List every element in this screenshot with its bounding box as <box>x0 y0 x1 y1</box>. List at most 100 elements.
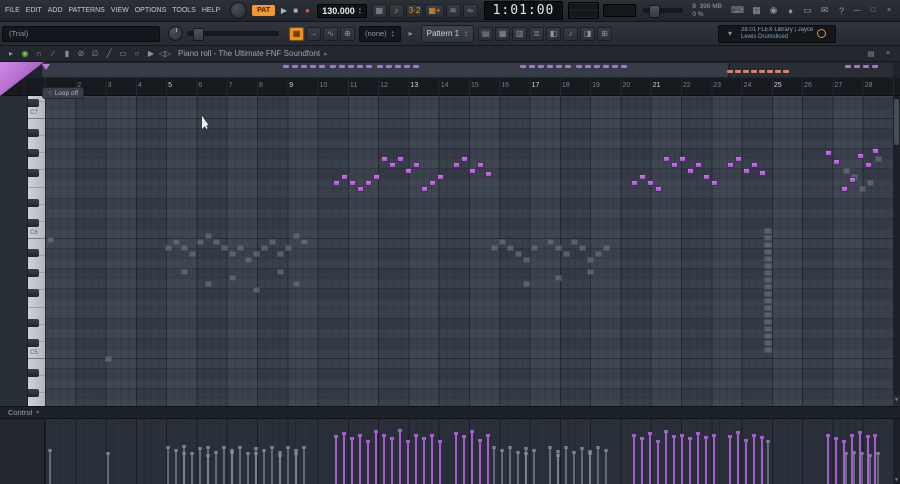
note[interactable] <box>743 168 750 174</box>
ghost-note[interactable] <box>764 228 772 234</box>
piano-key-black[interactable] <box>28 199 39 207</box>
velocity-line[interactable] <box>556 454 560 484</box>
tempo-stepper[interactable]: ▲ ▼ <box>358 6 362 15</box>
piano-roll-icon[interactable]: ♪ <box>563 26 579 41</box>
velocity-line[interactable] <box>286 446 290 484</box>
ghost-note[interactable] <box>764 235 772 241</box>
typing-keyboard-icon[interactable]: ⌨ <box>728 4 747 18</box>
ghost-note[interactable] <box>764 298 772 304</box>
stop-button[interactable]: ■ <box>290 4 302 18</box>
control-header[interactable]: Control ▾ <box>0 406 900 419</box>
channel-settings-icon[interactable]: ◧ <box>546 26 562 41</box>
ghost-note[interactable] <box>764 270 772 276</box>
browser-info-panel[interactable]: ▾ 28.01 FLEX Library | Jayce Lewis Drums… <box>718 24 836 43</box>
ghost-note[interactable] <box>764 291 772 297</box>
velocity-line[interactable] <box>728 435 732 484</box>
velocity-line[interactable] <box>564 446 568 484</box>
ghost-note[interactable] <box>764 326 772 332</box>
swing-icon[interactable]: ∿ <box>323 26 338 41</box>
draw-tool-icon[interactable]: ∕ <box>46 49 60 58</box>
velocity-line[interactable] <box>736 431 740 484</box>
note[interactable] <box>349 180 356 186</box>
velocity-line[interactable] <box>238 446 242 484</box>
note[interactable] <box>365 180 372 186</box>
velocity-line[interactable] <box>262 449 266 484</box>
velocity-line[interactable] <box>860 452 864 484</box>
ghost-note[interactable] <box>499 239 506 245</box>
ghost-note[interactable] <box>843 168 850 174</box>
midi-keyboard-icon[interactable]: ▦ <box>749 4 764 18</box>
velocity-line[interactable] <box>508 446 512 484</box>
pattern-selector[interactable]: Pattern 1 ▲ ▼ <box>420 24 475 43</box>
ghost-note[interactable] <box>221 245 228 251</box>
velocity-line[interactable] <box>672 435 676 484</box>
velocity-line[interactable] <box>834 437 838 484</box>
ghost-note[interactable] <box>555 275 562 281</box>
ghost-note[interactable] <box>547 239 554 245</box>
ghost-note[interactable] <box>764 305 772 311</box>
piano-key-black[interactable] <box>28 219 39 227</box>
velocity-line[interactable] <box>572 451 576 484</box>
magnet-snap-icon[interactable]: ∩ <box>32 49 46 58</box>
velocity-line[interactable] <box>374 430 378 484</box>
fl-logo-knob[interactable] <box>230 2 248 19</box>
chat-icon[interactable]: ✉ <box>817 4 832 18</box>
ghost-note[interactable] <box>764 263 772 269</box>
pitch-slider-thumb[interactable] <box>193 28 204 41</box>
note[interactable] <box>849 177 856 183</box>
piano-key-black[interactable] <box>28 289 39 297</box>
menu-edit[interactable]: EDIT <box>26 7 42 14</box>
mute-tool-icon[interactable]: ∅ <box>88 49 102 58</box>
note[interactable] <box>413 162 420 168</box>
ghost-note[interactable] <box>507 245 514 251</box>
velocity-line[interactable] <box>366 440 370 484</box>
sync-icon[interactable] <box>817 29 827 38</box>
piano-key-black[interactable] <box>28 249 39 257</box>
playlist-icon[interactable]: ▤ <box>478 26 494 41</box>
velocity-line[interactable] <box>588 452 592 484</box>
velocity-line[interactable] <box>866 435 870 484</box>
menu-tools[interactable]: TOOLS <box>172 7 196 14</box>
velocity-line[interactable] <box>744 439 748 484</box>
velocity-line[interactable] <box>712 434 716 484</box>
menu-patterns[interactable]: PATTERNS <box>69 7 105 14</box>
precount-icon[interactable]: 3·2 <box>405 3 424 18</box>
velocity-line[interactable] <box>826 434 830 484</box>
vertical-scrollbar[interactable] <box>893 96 900 406</box>
piano-key-black[interactable] <box>28 149 39 157</box>
ghost-note[interactable] <box>213 239 220 245</box>
ghost-note[interactable] <box>764 347 772 353</box>
ghost-note[interactable] <box>301 239 308 245</box>
mixer-icon[interactable]: ≣ <box>529 26 545 41</box>
velocity-line[interactable] <box>430 434 434 484</box>
ghost-note[interactable] <box>764 277 772 283</box>
channel-display[interactable]: (Trial) <box>2 25 160 42</box>
velocity-line[interactable] <box>174 449 178 484</box>
note[interactable] <box>341 174 348 180</box>
paint-tool-icon[interactable]: ▮ <box>60 49 74 58</box>
slider-thumb[interactable] <box>648 5 660 18</box>
overdub-icon[interactable]: ≋ <box>445 3 461 18</box>
note[interactable] <box>405 168 412 174</box>
note[interactable] <box>695 162 702 168</box>
note[interactable] <box>865 162 872 168</box>
velocity-line[interactable] <box>454 432 458 484</box>
ghost-note[interactable] <box>859 186 866 192</box>
control-chevron-icon[interactable]: ▾ <box>36 409 39 416</box>
plugin-picker-icon[interactable]: ⊕ <box>340 26 355 41</box>
velocity-line[interactable] <box>873 434 877 484</box>
ghost-note[interactable] <box>277 251 284 257</box>
ghost-note[interactable] <box>764 333 772 339</box>
velocity-line[interactable] <box>214 451 218 484</box>
control-lane[interactable] <box>45 419 893 484</box>
ghost-note[interactable] <box>603 245 610 251</box>
velocity-line[interactable] <box>422 437 426 484</box>
menu-file[interactable]: FILE <box>5 7 20 14</box>
maximize-button[interactable]: □ <box>866 5 880 17</box>
note[interactable] <box>469 168 476 174</box>
piano-key-black[interactable] <box>28 99 39 107</box>
velocity-line[interactable] <box>478 439 482 484</box>
velocity-line[interactable] <box>350 437 354 484</box>
velocity-line[interactable] <box>390 437 394 484</box>
ghost-note[interactable] <box>237 245 244 251</box>
